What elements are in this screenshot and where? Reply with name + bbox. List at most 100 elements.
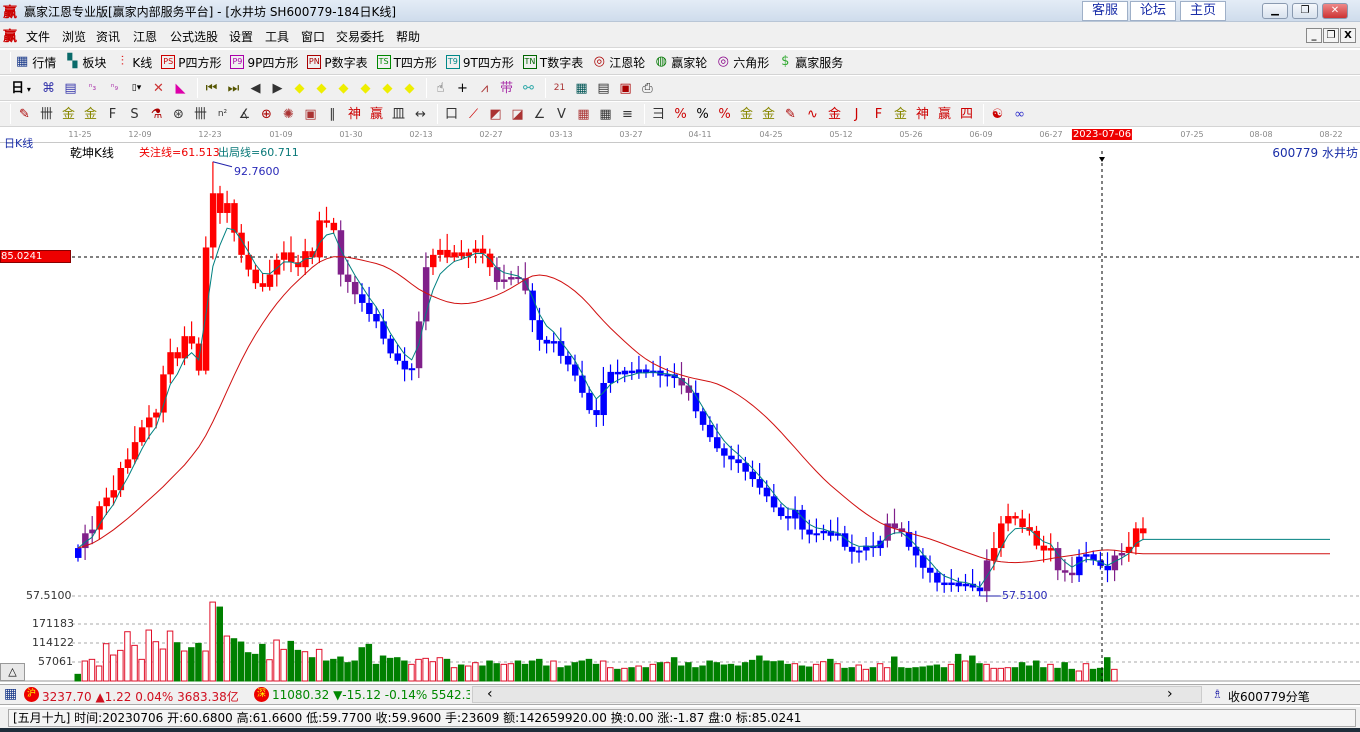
homepage-link[interactable]: 主页	[1180, 1, 1226, 21]
gold-fan-icon[interactable]: 金	[891, 105, 910, 124]
first-icon[interactable]: ⏮	[202, 79, 221, 98]
cycle-icon[interactable]: ⌘	[39, 79, 58, 98]
toolbar-button-grid-table[interactable]: ▦ 行情	[15, 54, 56, 71]
box-fan-icon[interactable]: ◪	[508, 105, 527, 124]
toolbar-button-ts[interactable]: TS T四方形	[376, 54, 437, 71]
pen-icon[interactable]: ✎	[15, 105, 34, 124]
angle-icon[interactable]: ∡	[235, 105, 254, 124]
menu-item[interactable]: 江恩	[133, 28, 157, 45]
toolbar-button-dollar[interactable]: $ 赢家服务	[778, 54, 843, 71]
spiral-icon[interactable]: S	[125, 105, 144, 124]
comb-icon[interactable]: 皿	[389, 105, 408, 124]
forum-link[interactable]: 论坛	[1130, 1, 1176, 21]
menu-item[interactable]: 窗口	[301, 28, 325, 45]
kline-chart[interactable]: 日K线 乾坤K线 关注线=61.513 出局线=60.711 600779 水井…	[0, 137, 1360, 683]
menu-item[interactable]: 帮助	[396, 28, 420, 45]
menu-item[interactable]: 公式选股	[170, 28, 218, 45]
menu-item[interactable]: 设置	[229, 28, 253, 45]
toolbar-button-candlestick[interactable]: ⫶ K线	[115, 54, 153, 71]
mdi-close-button[interactable]: X	[1340, 28, 1356, 43]
sz-index-quote[interactable]: 11080.32 ▼-15.12 -0.14% 5542.38	[272, 688, 470, 702]
calculator-icon[interactable]: ▦	[572, 79, 591, 98]
shen-icon[interactable]: 神	[345, 105, 364, 124]
gradient-icon[interactable]: ◣	[171, 79, 190, 98]
period-lines-icon[interactable]: 卌	[191, 105, 210, 124]
vlines-icon[interactable]: 卌	[37, 105, 56, 124]
pen-lines-icon[interactable]: ✎	[781, 105, 800, 124]
pct-lines-icon[interactable]: %	[715, 105, 734, 124]
print-icon[interactable]: ⎙	[638, 79, 657, 98]
tick-detail-button[interactable]: 收600779分笔	[1228, 688, 1310, 705]
four-fan-icon[interactable]: 四	[957, 105, 976, 124]
v-icon[interactable]: V	[552, 105, 571, 124]
restore-icon[interactable]: ✕	[149, 79, 168, 98]
square-target-icon[interactable]: ▣	[301, 105, 320, 124]
infinity-icon[interactable]: ∞	[1010, 105, 1029, 124]
grid2-icon[interactable]: ▦	[596, 105, 615, 124]
gold-line2-icon[interactable]: 金	[81, 105, 100, 124]
chain-icon[interactable]: ⚯	[519, 79, 538, 98]
shrink-diamond-icon[interactable]: ◆	[356, 79, 375, 98]
shen-fan-icon[interactable]: 神	[913, 105, 932, 124]
calendar-icon[interactable]: 21	[550, 79, 569, 98]
notes-icon[interactable]: ▤	[61, 79, 80, 98]
app-menu-icon[interactable]: 赢	[3, 26, 17, 46]
gann-star-icon[interactable]: ✺	[279, 105, 298, 124]
gold-box-icon[interactable]: 金	[825, 105, 844, 124]
next-icon[interactable]: ▶	[268, 79, 287, 98]
parallel-icon[interactable]: ∥	[323, 105, 342, 124]
close-button[interactable]: ✕	[1322, 3, 1348, 19]
angle-fan-icon[interactable]: ∠	[530, 105, 549, 124]
toolbar-button-pn[interactable]: PN P数字表	[307, 54, 368, 71]
minimize-button[interactable]: ▁	[1262, 3, 1288, 19]
f-lines-icon[interactable]: F	[103, 105, 122, 124]
circle-ruler-icon[interactable]: ⊛	[169, 105, 188, 124]
toolbar-button-sector-blocks[interactable]: ▚ 板块	[65, 54, 106, 71]
arc-fan-icon[interactable]: ◩	[486, 105, 505, 124]
ying-icon[interactable]: 赢	[367, 105, 386, 124]
toolbar-button-tn[interactable]: TN T数字表	[522, 54, 583, 71]
menu-item[interactable]: 交易委托	[336, 28, 384, 45]
period-select[interactable]: 日 ▾	[6, 79, 36, 98]
menu-item[interactable]: 文件	[26, 28, 50, 45]
toolbar-button-t9[interactable]: T9 9T四方形	[445, 54, 514, 71]
target-icon[interactable]: ⊕	[257, 105, 276, 124]
ying-fan-icon[interactable]: 赢	[935, 105, 954, 124]
right-arrow-diamond-icon[interactable]: ◆	[312, 79, 331, 98]
quote-table-icon[interactable]: ▦	[4, 687, 17, 701]
ruler-icon[interactable]: 彐	[649, 105, 668, 124]
j-fan-icon[interactable]: J	[847, 105, 866, 124]
pattern-icon[interactable]: 带	[497, 79, 516, 98]
toolbar-button-p9[interactable]: P9 9P四方形	[230, 54, 298, 71]
scroll-left-button[interactable]: ‹	[487, 686, 493, 702]
toolbar-button-hexagon[interactable]: ◎ 六角形	[716, 54, 770, 71]
percent-icon[interactable]: %	[693, 105, 712, 124]
menu-item[interactable]: 工具	[265, 28, 289, 45]
grid-icon[interactable]: ▦	[574, 105, 593, 124]
slash-lines-icon[interactable]: ≡	[618, 105, 637, 124]
n2-icon[interactable]: n²	[213, 105, 232, 124]
box-icon[interactable]: 口	[442, 105, 461, 124]
restore-button[interactable]: ❐	[1292, 3, 1318, 19]
gold-line-icon[interactable]: 金	[59, 105, 78, 124]
all-diamond-icon[interactable]: ◆	[400, 79, 419, 98]
ticker-scrollbar[interactable]: ‹ ›	[472, 686, 1202, 703]
f-fan-icon[interactable]: F	[869, 105, 888, 124]
hand-icon[interactable]: ☝	[431, 79, 450, 98]
sh-index-quote[interactable]: 3237.70 ▲1.22 0.04% 3683.38亿	[42, 688, 239, 705]
menu-item[interactable]: 资讯	[96, 28, 120, 45]
expand-diamond-icon[interactable]: ◆	[334, 79, 353, 98]
left-arrow-diamond-icon[interactable]: ◆	[290, 79, 309, 98]
vexpand-diamond-icon[interactable]: ◆	[378, 79, 397, 98]
last-icon[interactable]: ⏭	[224, 79, 243, 98]
zigzag-icon[interactable]: ⩘	[475, 79, 494, 98]
mdi-minimize-button[interactable]: _	[1306, 28, 1322, 43]
indicator9-icon[interactable]: ⁿ₉	[105, 79, 124, 98]
gold-lines-icon[interactable]: 金	[759, 105, 778, 124]
toolbar-button-gann-wheel[interactable]: ◎ 江恩轮	[592, 54, 646, 71]
scroll-right-button[interactable]: ›	[1167, 686, 1173, 702]
indicator3-icon[interactable]: ⁿ₃	[83, 79, 102, 98]
customer-service-link[interactable]: 客服	[1082, 1, 1128, 21]
volume-panel-toggle[interactable]: △	[0, 663, 25, 681]
width-icon[interactable]: ↔	[411, 105, 430, 124]
